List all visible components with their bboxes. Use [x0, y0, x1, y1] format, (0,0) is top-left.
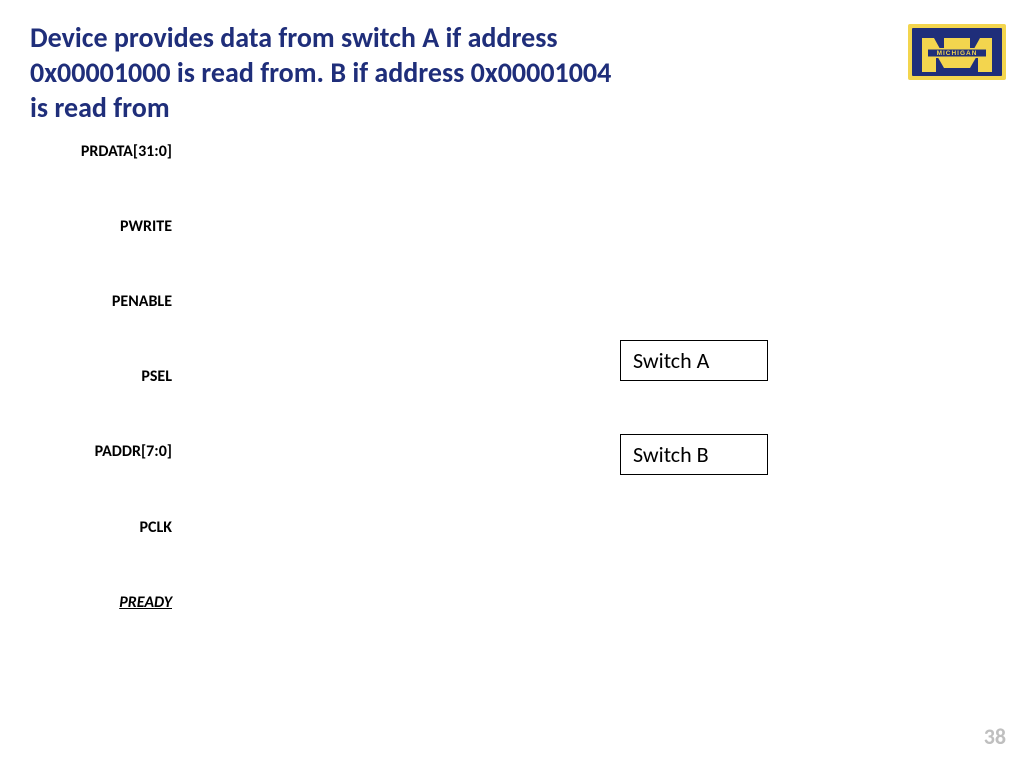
signal-pwrite: PWRITE	[12, 217, 172, 236]
switch-b-label: Switch B	[633, 441, 709, 468]
signal-pready: PREADY	[12, 593, 172, 612]
signal-penable: PENABLE	[12, 292, 172, 311]
switch-a-box: Switch A	[620, 340, 768, 381]
switch-a-label: Switch A	[633, 347, 709, 374]
signal-paddr: PADDR[7:0]	[12, 442, 172, 461]
michigan-logo: MICHIGAN	[902, 20, 1012, 85]
svg-text:MICHIGAN: MICHIGAN	[937, 50, 978, 57]
slide-title: Device provides data from switch A if ad…	[30, 20, 620, 125]
switch-b-box: Switch B	[620, 434, 768, 475]
signal-pclk: PCLK	[12, 518, 172, 537]
signal-prdata: PRDATA[31:0]	[12, 142, 172, 161]
page-number: 38	[984, 723, 1006, 750]
signal-psel: PSEL	[12, 367, 172, 386]
